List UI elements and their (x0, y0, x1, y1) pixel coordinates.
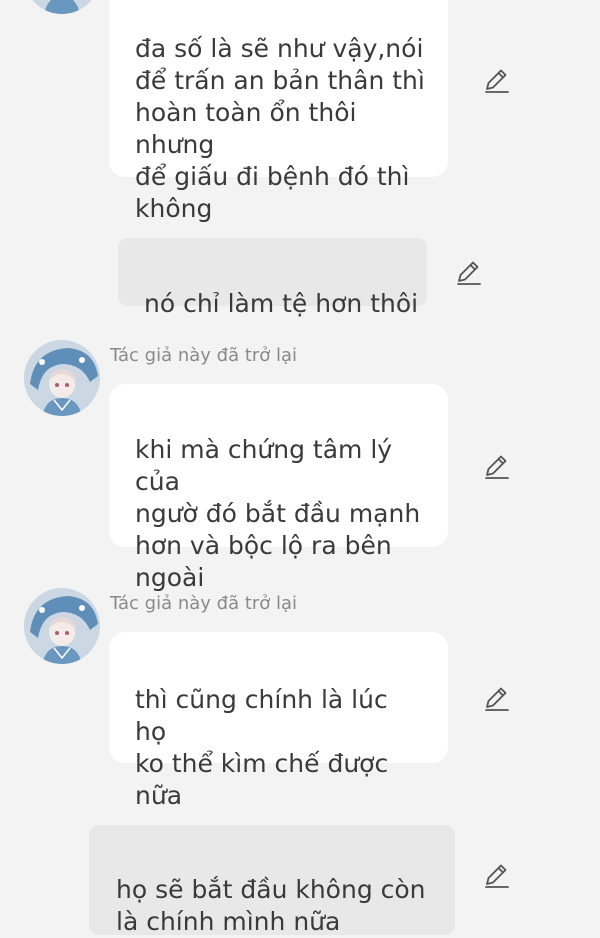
message-bubble-incoming: khi mà chứng tâm lý của ngườ đó bắt đầu … (109, 384, 448, 592)
author-name[interactable]: Tác giả này đã trở lại (110, 593, 297, 615)
author-name[interactable]: Tác giả này đã trở lại (110, 345, 297, 367)
pencil-edit-icon[interactable] (482, 683, 512, 713)
avatar[interactable] (24, 588, 100, 664)
avatar-image (24, 588, 100, 664)
message-bubble-outgoing: nó chỉ làm tệ hơn thôi (118, 238, 427, 318)
message-text: đa số là sẽ như vậy,nói để trấn an bản t… (135, 34, 425, 223)
pencil-edit-icon[interactable] (482, 65, 512, 95)
avatar-image (24, 340, 100, 416)
message-text: khi mà chứng tâm lý của ngườ đó bắt đầu … (135, 435, 421, 592)
pencil-edit-icon[interactable] (482, 451, 512, 481)
message-bubble-incoming: thì cũng chính là lúc họ ko thể kìm chế … (109, 632, 448, 810)
pencil-edit-icon[interactable] (454, 257, 484, 287)
message-text: thì cũng chính là lúc họ ko thể kìm chế … (135, 685, 389, 810)
avatar[interactable] (24, 0, 100, 14)
avatar[interactable] (24, 340, 100, 416)
avatar-image (32, 0, 92, 14)
message-bubble-incoming: đa số là sẽ như vậy,nói để trấn an bản t… (109, 0, 448, 223)
pencil-edit-icon[interactable] (482, 860, 512, 890)
message-text: họ sẽ bắt đầu không còn là chính mình nữ… (116, 875, 426, 936)
message-text: nó chỉ làm tệ hơn thôi (144, 289, 419, 318)
message-bubble-outgoing: họ sẽ bắt đầu không còn là chính mình nữ… (89, 825, 455, 936)
